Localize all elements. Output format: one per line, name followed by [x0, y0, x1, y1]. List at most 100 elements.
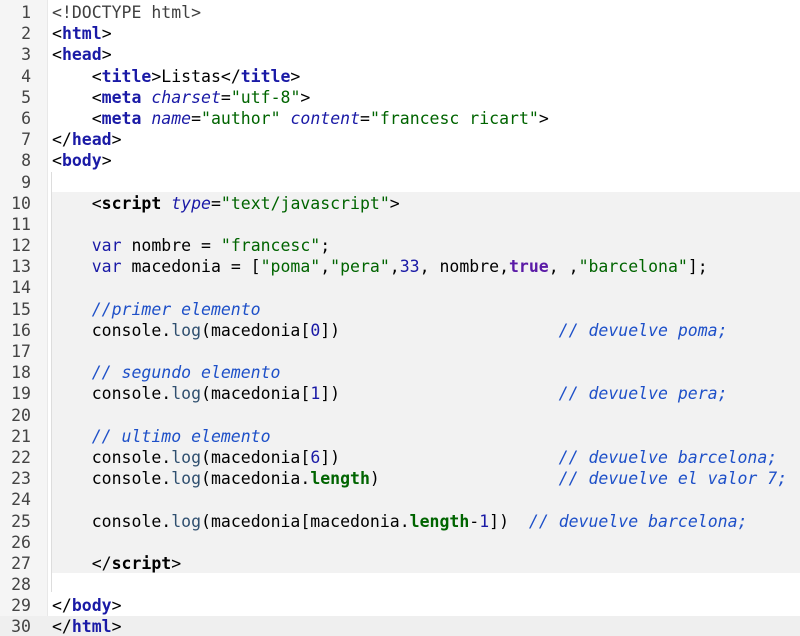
code-text[interactable]: <html>	[52, 23, 112, 44]
code-line[interactable]: 4 <title>Listas</title>	[0, 66, 800, 87]
code-token: console.	[52, 469, 172, 489]
line-number: 11	[11, 214, 31, 234]
code-line[interactable]: 26	[0, 532, 800, 553]
code-line[interactable]: 2 <html>	[0, 23, 800, 44]
code-text[interactable]: var nombre = "francesc";	[52, 235, 330, 256]
code-token: 6	[310, 447, 321, 467]
code-text[interactable]: var macedonia = ["poma","pera",33, nombr…	[52, 256, 708, 277]
code-token: 0	[310, 320, 321, 340]
code-token: "francesc"	[220, 236, 321, 256]
code-token: // devuelve el valor 7;	[558, 469, 788, 489]
code-text[interactable]: </body>	[52, 595, 122, 616]
code-token: 1	[310, 384, 321, 404]
code-line[interactable]: 8 <body>	[0, 150, 800, 171]
code-text[interactable]: </html>	[52, 616, 122, 636]
code-line[interactable]: 23 console.log(macedonia.length) // devu…	[0, 468, 800, 489]
code-line[interactable]: 12 var nombre = "francesc";	[0, 235, 800, 256]
code-editor[interactable]: 1 <!DOCTYPE html> 2 <html> 3 <head> 4 <title>L…	[0, 0, 800, 636]
code-line[interactable]: 17	[0, 341, 800, 362]
code-token: ])	[320, 384, 559, 404]
code-token: macedonia = [	[121, 257, 261, 277]
code-line[interactable]: 25 console.log(macedonia[macedonia.lengt…	[0, 511, 800, 532]
code-text[interactable]: <meta name="author" content="francesc ri…	[52, 108, 549, 129]
code-line[interactable]: 18 // segundo elemento	[0, 362, 800, 383]
code-line[interactable]: 24	[0, 489, 800, 510]
line-number: 16	[11, 320, 31, 340]
code-text[interactable]: console.log(macedonia[0]) // devuelve po…	[52, 320, 728, 341]
code-line[interactable]: 29 </body>	[0, 595, 800, 616]
code-text[interactable]: // segundo elemento	[52, 362, 281, 383]
code-token: log	[171, 447, 202, 467]
code-token: >	[101, 151, 112, 171]
line-number: 21	[11, 426, 31, 446]
line-number: 23	[11, 469, 31, 489]
code-token: >	[101, 24, 112, 44]
line-number: 14	[11, 278, 31, 298]
code-token: =	[210, 193, 221, 213]
code-text[interactable]: <!DOCTYPE html>	[52, 2, 201, 23]
code-token: ])	[320, 320, 559, 340]
code-line[interactable]: 19 console.log(macedonia[1]) // devuelve…	[0, 383, 800, 404]
code-line[interactable]: 1 <!DOCTYPE html>	[0, 2, 800, 23]
code-text[interactable]: console.log(macedonia.length) // devuelv…	[52, 468, 787, 489]
code-line[interactable]: 28	[0, 574, 800, 595]
code-line[interactable]: 21 // ultimo elemento	[0, 426, 800, 447]
code-token: >	[290, 66, 301, 86]
code-text[interactable]: console.log(macedonia[1]) // devuelve pe…	[52, 383, 728, 404]
code-token: var	[52, 257, 122, 277]
code-line[interactable]: 3 <head>	[0, 44, 800, 65]
code-line-current[interactable]: 30 </html>	[0, 616, 800, 636]
code-token: meta	[101, 108, 142, 128]
code-text[interactable]: <head>	[52, 44, 112, 65]
code-token: >	[101, 45, 112, 65]
code-line[interactable]: 11	[0, 214, 800, 235]
code-token: ])	[320, 447, 559, 467]
code-text[interactable]: <script type="text/javascript">	[52, 193, 400, 214]
code-lines[interactable]: 1 <!DOCTYPE html> 2 <html> 3 <head> 4 <title>L…	[0, 2, 800, 636]
code-line[interactable]: 14	[0, 277, 800, 298]
line-number: 28	[11, 575, 31, 595]
code-text[interactable]: console.log(macedonia[6]) // devuelve ba…	[52, 447, 777, 468]
code-token: (macedonia.	[201, 469, 311, 489]
code-token: <	[52, 24, 62, 44]
line-number: 20	[11, 405, 31, 425]
code-token: html	[61, 24, 102, 44]
code-line[interactable]: 6 <meta name="author" content="francesc …	[0, 108, 800, 129]
line-number: 3	[21, 45, 31, 65]
code-line[interactable]: 9	[0, 172, 800, 193]
line-number: 18	[11, 363, 31, 383]
code-token: <	[52, 66, 102, 86]
code-token: console.	[52, 384, 172, 404]
code-text[interactable]: <body>	[52, 150, 112, 171]
code-line[interactable]: 27 </script>	[0, 553, 800, 574]
code-line[interactable]: 13 var macedonia = ["poma","pera",33, no…	[0, 256, 800, 277]
code-text[interactable]: console.log(macedonia[macedonia.length-1…	[52, 511, 748, 532]
line-number: 27	[11, 553, 31, 573]
code-token: =	[220, 87, 231, 107]
line-number: 2	[21, 24, 31, 44]
code-line[interactable]: 15 //primer elemento	[0, 299, 800, 320]
code-line[interactable]: 22 console.log(macedonia[6]) // devuelve…	[0, 447, 800, 468]
code-text[interactable]: // ultimo elemento	[52, 426, 271, 447]
code-token: ];	[687, 257, 708, 277]
code-token: >	[111, 617, 122, 636]
code-token: true	[509, 257, 549, 277]
code-line[interactable]: 16 console.log(macedonia[0]) // devuelve…	[0, 320, 800, 341]
code-text[interactable]: <meta charset="utf-8">	[52, 87, 311, 108]
code-text[interactable]: <title>Listas</title>	[52, 66, 301, 87]
code-text[interactable]: </script>	[52, 553, 181, 574]
code-text[interactable]: //primer elemento	[52, 299, 261, 320]
code-token: >	[171, 553, 182, 573]
code-line[interactable]: 7 </head>	[0, 129, 800, 150]
line-number: 5	[21, 87, 31, 107]
code-token: charset	[151, 87, 221, 107]
code-line[interactable]: 10 <script type="text/javascript">	[0, 193, 800, 214]
line-number: 1	[21, 3, 31, 22]
code-token: html	[71, 617, 112, 636]
code-token: -	[469, 511, 480, 531]
code-line[interactable]: 20	[0, 405, 800, 426]
code-text[interactable]: </head>	[52, 129, 122, 150]
code-token: console.	[52, 447, 172, 467]
code-line[interactable]: 5 <meta charset="utf-8">	[0, 87, 800, 108]
